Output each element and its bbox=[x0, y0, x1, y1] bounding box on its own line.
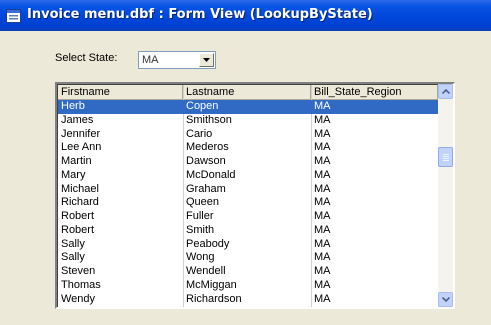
column-header-state[interactable]: Bill_State_Region bbox=[311, 85, 438, 99]
cell-lastname: Mederos bbox=[186, 141, 229, 154]
results-list-body: Firstname Lastname Bill_State_Region Her… bbox=[57, 84, 438, 307]
cell-state: MA bbox=[314, 251, 331, 264]
cell-firstname: Jennifer bbox=[61, 127, 101, 140]
cell-firstname: Robert bbox=[61, 210, 95, 222]
list-item[interactable]: Sally Wong MA bbox=[58, 251, 438, 265]
state-dropdown-button[interactable] bbox=[199, 53, 214, 67]
grip-line bbox=[443, 154, 449, 155]
cell-state: MA bbox=[314, 237, 331, 250]
cell-firstname: Herb bbox=[61, 100, 85, 112]
cell-state: MA bbox=[314, 155, 331, 167]
cell-firstname: Martin bbox=[61, 155, 92, 167]
cell-lastname: Dawson bbox=[186, 155, 226, 167]
list-item[interactable]: Robert Fuller MA bbox=[58, 210, 438, 224]
scroll-down-button[interactable] bbox=[438, 292, 453, 307]
cell-firstname: Steven bbox=[61, 265, 96, 277]
cell-lastname: Queen bbox=[186, 196, 220, 209]
cell-lastname: Richardson bbox=[186, 292, 242, 305]
cell-state: MA bbox=[314, 100, 331, 112]
cell-firstname: Richard bbox=[61, 196, 99, 209]
cell-lastname: McDonald bbox=[186, 168, 236, 181]
vertical-scrollbar[interactable] bbox=[438, 84, 453, 307]
cell-firstname: Sally bbox=[61, 237, 85, 250]
list-item[interactable]: Richard Queen MA bbox=[58, 196, 438, 210]
cell-state: MA bbox=[314, 265, 331, 277]
state-combobox-value: MA bbox=[142, 54, 159, 66]
grip-line bbox=[443, 158, 449, 159]
cell-lastname: Cario bbox=[186, 127, 213, 140]
cell-state: MA bbox=[314, 113, 331, 126]
window-title: Invoice menu.dbf : Form View (LookupBySt… bbox=[27, 7, 373, 22]
cell-firstname: Lee Ann bbox=[61, 141, 102, 154]
list-item[interactable]: Mary McDonald MA bbox=[58, 169, 438, 183]
column-header-firstname[interactable]: Firstname bbox=[58, 85, 183, 99]
cell-state: MA bbox=[314, 278, 331, 291]
cell-state: MA bbox=[314, 210, 331, 222]
cell-firstname: Michael bbox=[61, 182, 99, 195]
cell-state: MA bbox=[314, 141, 331, 154]
cell-state: MA bbox=[314, 223, 331, 236]
form-client-area: Select State: MA Firstname Lastname Bill… bbox=[0, 31, 491, 325]
cell-lastname: Smith bbox=[186, 223, 215, 236]
cell-firstname: Mary bbox=[61, 168, 86, 181]
cell-lastname: Wong bbox=[186, 251, 215, 264]
list-item[interactable]: Lee Ann Mederos MA bbox=[58, 141, 438, 155]
cell-state: MA bbox=[314, 292, 331, 305]
cell-state: MA bbox=[314, 196, 331, 209]
list-item[interactable]: Steven Wendell MA bbox=[58, 265, 438, 279]
list-item[interactable]: Thomas McMiggan MA bbox=[58, 279, 438, 293]
cell-lastname: Copen bbox=[186, 100, 219, 112]
cell-lastname: Peabody bbox=[186, 237, 230, 250]
form-window-icon[interactable] bbox=[6, 8, 21, 23]
cell-firstname: Thomas bbox=[61, 278, 101, 291]
scroll-up-button[interactable] bbox=[438, 84, 453, 99]
list-item[interactable]: Jennifer Cario MA bbox=[58, 128, 438, 142]
column-header-row: Firstname Lastname Bill_State_Region bbox=[58, 85, 438, 100]
arrow-down-icon bbox=[442, 297, 450, 302]
results-listbox[interactable]: Firstname Lastname Bill_State_Region Her… bbox=[55, 82, 455, 309]
cell-state: MA bbox=[314, 182, 331, 195]
cell-firstname: James bbox=[61, 113, 94, 126]
title-bar[interactable]: Invoice menu.dbf : Form View (LookupBySt… bbox=[0, 0, 491, 31]
list-item[interactable]: Michael Graham MA bbox=[58, 183, 438, 197]
list-item[interactable]: Wendy Richardson MA bbox=[58, 293, 438, 307]
list-item[interactable]: Sally Peabody MA bbox=[58, 238, 438, 252]
cell-state: MA bbox=[314, 168, 331, 181]
cell-firstname: Sally bbox=[61, 251, 85, 264]
list-item[interactable]: James Smithson MA bbox=[58, 114, 438, 128]
scrollbar-thumb[interactable] bbox=[438, 147, 453, 167]
select-state-label: Select State: bbox=[55, 52, 118, 64]
cell-state: MA bbox=[314, 127, 331, 140]
state-combobox[interactable]: MA bbox=[138, 51, 216, 69]
chevron-down-icon bbox=[203, 58, 210, 62]
list-item[interactable]: Herb Copen MA bbox=[58, 100, 438, 114]
cell-lastname: Fuller bbox=[186, 210, 214, 222]
cell-lastname: Graham bbox=[186, 182, 226, 195]
cell-lastname: Smithson bbox=[186, 113, 232, 126]
grip-line bbox=[443, 160, 449, 161]
cell-firstname: Wendy bbox=[61, 292, 96, 305]
grip-line bbox=[443, 156, 449, 157]
list-item[interactable]: Martin Dawson MA bbox=[58, 155, 438, 169]
cell-firstname: Robert bbox=[61, 223, 95, 236]
cell-lastname: Wendell bbox=[186, 265, 226, 277]
cell-lastname: McMiggan bbox=[186, 278, 237, 291]
arrow-up-icon bbox=[442, 89, 450, 94]
column-header-lastname[interactable]: Lastname bbox=[183, 85, 311, 99]
list-item[interactable]: Robert Smith MA bbox=[58, 224, 438, 238]
